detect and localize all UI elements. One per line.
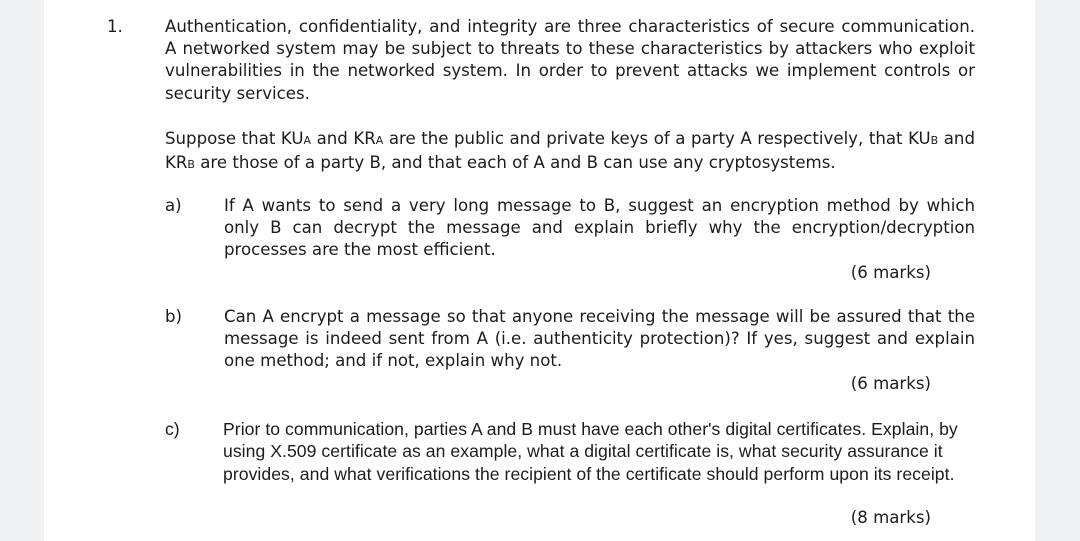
part-b-marks: (6 marks) — [850, 374, 931, 393]
key-definitions: Suppose that KUA and KRA are the public … — [165, 128, 975, 176]
key-ku-b: KUB — [908, 129, 939, 148]
part-b-text: Can A encrypt a message so that anyone r… — [224, 307, 975, 371]
part-a-label: a) — [165, 196, 182, 215]
question-intro: Authentication, confidentiality, and int… — [165, 16, 975, 105]
keys-text: and — [311, 129, 354, 148]
keys-text: are the public and private keys of a par… — [383, 129, 909, 148]
part-c-marks: (8 marks) — [850, 508, 931, 527]
exam-page: 1. Authentication, confidentiality, and … — [44, 0, 1035, 541]
part-a-marks: (6 marks) — [850, 263, 931, 282]
key-ku-a: KUA — [280, 129, 312, 148]
key-kr-b: KRB — [165, 153, 195, 173]
keys-text: and — [938, 129, 975, 148]
part-b-label: b) — [165, 307, 183, 326]
keys-text: are those of a party B, and that each of… — [194, 153, 836, 173]
keys-text: Suppose that — [165, 129, 281, 148]
part-c-text: Prior to communication, parties A and B … — [223, 419, 958, 484]
part-a-text: If A wants to send a very long message t… — [224, 196, 975, 260]
question-number: 1. — [107, 17, 123, 36]
intro-text: Authentication, confidentiality, and int… — [165, 17, 975, 103]
part-c-label: c) — [165, 419, 180, 439]
key-kr-a: KRA — [353, 129, 384, 148]
